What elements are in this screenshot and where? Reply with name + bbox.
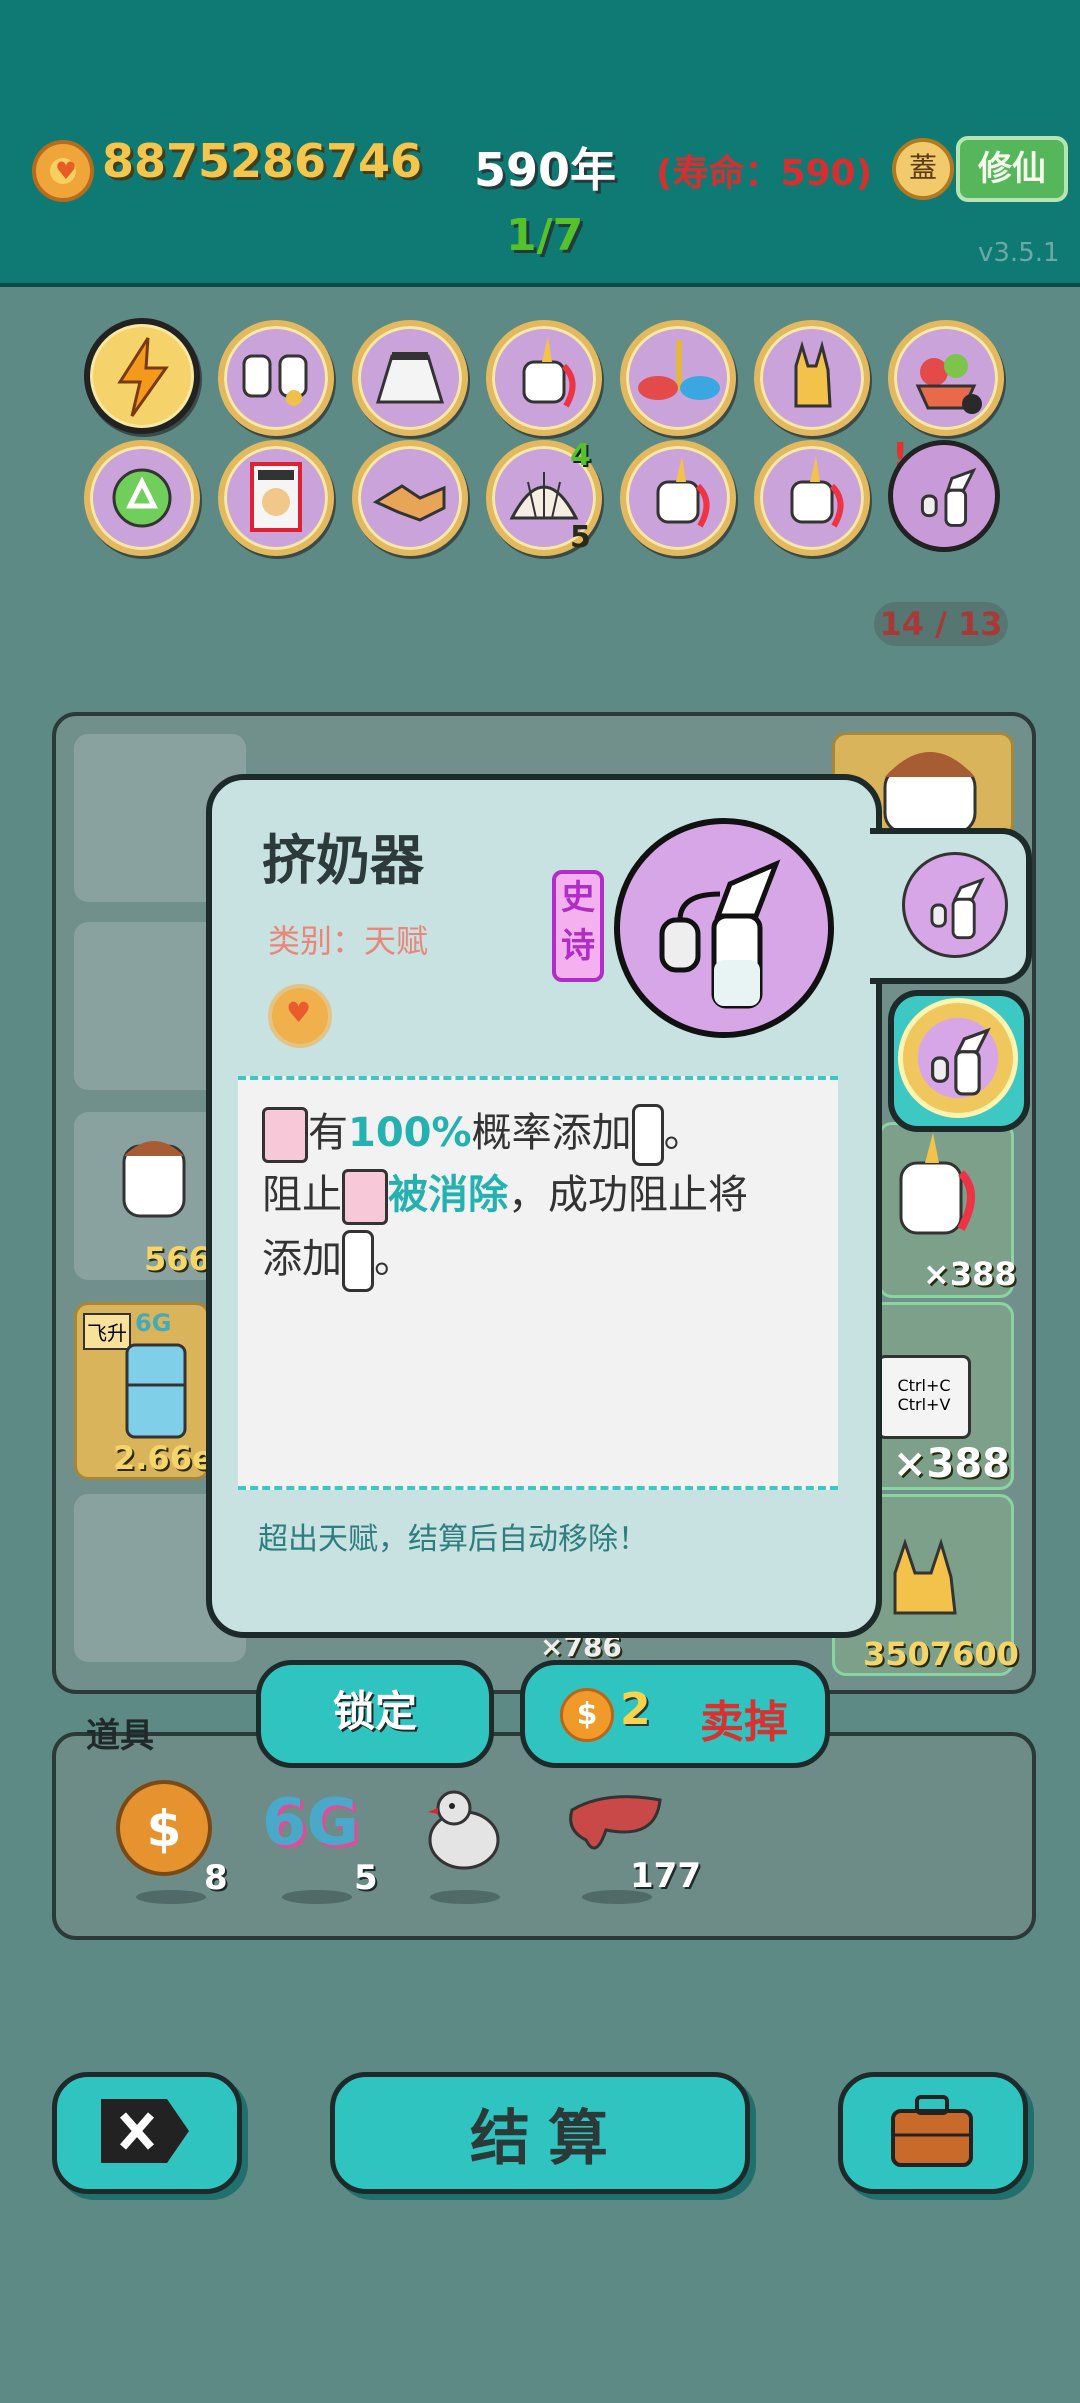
lightning-icon: [117, 337, 169, 417]
milk-pump-active-icon: [898, 998, 1018, 1118]
handshake-icon: [372, 484, 446, 522]
unicorn-talent-icon-3[interactable]: [754, 440, 870, 556]
time-magazine-icon: [250, 462, 302, 532]
item-6g[interactable]: 6G 5: [262, 1786, 378, 1898]
description-line-2: 阻止 被消除，成功阻止将: [262, 1162, 748, 1225]
coin-icon: ♥: [32, 140, 94, 202]
shell-stack-count-top: 4: [570, 438, 591, 473]
time-magazine-talent-icon[interactable]: [218, 440, 334, 556]
six-g-tag: 6G: [135, 1309, 172, 1337]
item-count: 8: [204, 1858, 228, 1898]
item-shadow: [136, 1890, 206, 1904]
horse-icon: [122, 1141, 186, 1218]
milk-bottle-icon: [342, 1230, 374, 1292]
unicorn-icon: [656, 456, 710, 528]
coin-count: 8875286746: [102, 134, 423, 188]
unicorn-icon: [522, 336, 576, 408]
twin-cows-icon: [242, 354, 308, 406]
delete-icon: [101, 2099, 189, 2163]
items-label: 道具: [86, 1716, 154, 1756]
unicorn-icon: [899, 1133, 975, 1235]
rock-hand-talent-icon[interactable]: [754, 320, 870, 436]
version-label: v3.5.1: [978, 238, 1060, 268]
recycle-talent-icon[interactable]: [84, 440, 200, 556]
bowls-icon: [638, 340, 720, 400]
twin-cows-talent-icon[interactable]: [218, 320, 334, 436]
bag-button[interactable]: [838, 2072, 1028, 2194]
item-shadow: [282, 1890, 352, 1904]
modal-category: 类别：天赋: [268, 922, 429, 960]
cell-value: 3507600: [863, 1635, 1019, 1673]
age-years: 590年: [474, 143, 617, 197]
copy-paste-card: Ctrl+C Ctrl+V: [877, 1355, 971, 1439]
board-cell-ctrl[interactable]: Ctrl+C Ctrl+V ×388: [870, 1302, 1014, 1490]
fruit-basket-icon: [915, 354, 982, 414]
fruit-basket-talent-icon[interactable]: [888, 320, 1004, 436]
cell-value: ×388: [923, 1255, 1017, 1293]
milk-pump-tab-icon[interactable]: [902, 852, 1008, 958]
milker-talent-icon[interactable]: [888, 440, 1000, 552]
unicorn-icon: [790, 456, 844, 528]
cow-icon: [262, 1107, 308, 1163]
skirt-icon: [375, 352, 445, 404]
cow-icon: [342, 1169, 388, 1225]
svg-text:$: $: [147, 1800, 182, 1858]
board-cell-unicorn[interactable]: ×388: [878, 1122, 1017, 1298]
lifespan-text: (寿命：590): [656, 153, 873, 194]
pigeon-icon: [428, 1790, 500, 1870]
item-shadow: [582, 1890, 652, 1904]
skirt-talent-icon[interactable]: [352, 320, 468, 436]
rock-hand-icon: [893, 1537, 957, 1615]
unicorn-talent-icon[interactable]: [486, 320, 602, 436]
item-count: 5: [354, 1858, 378, 1898]
unicorn-talent-icon-2[interactable]: [620, 440, 736, 556]
rarity-badge: 史诗: [552, 870, 604, 982]
sell-cost: 2: [620, 1684, 651, 1735]
item-count: 177: [630, 1856, 701, 1896]
shell-stack-count-bottom: 5: [570, 520, 591, 555]
lock-button[interactable]: 锁定: [256, 1660, 494, 1768]
player-avatar[interactable]: 蓋: [892, 138, 954, 200]
milk-pump-icon: [659, 859, 781, 1009]
milk-pump-icon: [930, 877, 985, 940]
recycle-icon: [112, 468, 172, 528]
cell-value: 566: [144, 1240, 211, 1278]
dollar-coin-icon: $: [560, 1688, 614, 1742]
settle-label: 结算: [470, 2104, 626, 2174]
horse-icon: [883, 752, 977, 833]
milk-pump-icon: [920, 467, 977, 527]
lightning-talent-icon[interactable]: [84, 318, 200, 434]
stage-progress: 1/7: [506, 210, 584, 261]
dollar-coin-icon: $: [116, 1780, 212, 1876]
milk-pump-large-icon: [614, 818, 834, 1038]
modal-title: 挤奶器: [262, 829, 424, 892]
cancel-button[interactable]: [52, 2072, 242, 2194]
cell-value: 2.66e: [113, 1439, 214, 1477]
six-g-icon: 6G: [262, 1786, 360, 1860]
milk-pump-icon: [917, 1017, 999, 1099]
description-line-1: 有100%概率添加。: [262, 1100, 704, 1166]
fridge-icon: [125, 1343, 187, 1439]
item-coin[interactable]: $ 8: [112, 1776, 228, 1898]
overflow-warning: 超出天赋，结算后自动移除！: [258, 1522, 648, 1557]
description-line-3: 添加。: [262, 1226, 414, 1292]
talent-counter: 14 / 13: [874, 602, 1008, 646]
board-cell-fridge[interactable]: 飞升 6G 2.66e: [74, 1302, 214, 1480]
briefcase-icon: [891, 2095, 973, 2167]
bowls-talent-icon[interactable]: [620, 320, 736, 436]
cell-value: ×388: [893, 1441, 1011, 1487]
liver-icon: [569, 1795, 662, 1850]
rock-hand-icon: [794, 340, 832, 408]
milk-bottle-icon: [631, 1104, 664, 1166]
item-pigeon[interactable]: [414, 1780, 524, 1880]
handshake-talent-icon[interactable]: [352, 440, 468, 556]
item-shadow: [430, 1890, 500, 1904]
sell-label: 卖掉: [700, 1697, 788, 1748]
item-liver[interactable]: 177: [566, 1790, 701, 1896]
heart-coin-icon: ♥: [268, 984, 332, 1048]
xiuxian-button[interactable]: 修仙: [956, 136, 1068, 202]
